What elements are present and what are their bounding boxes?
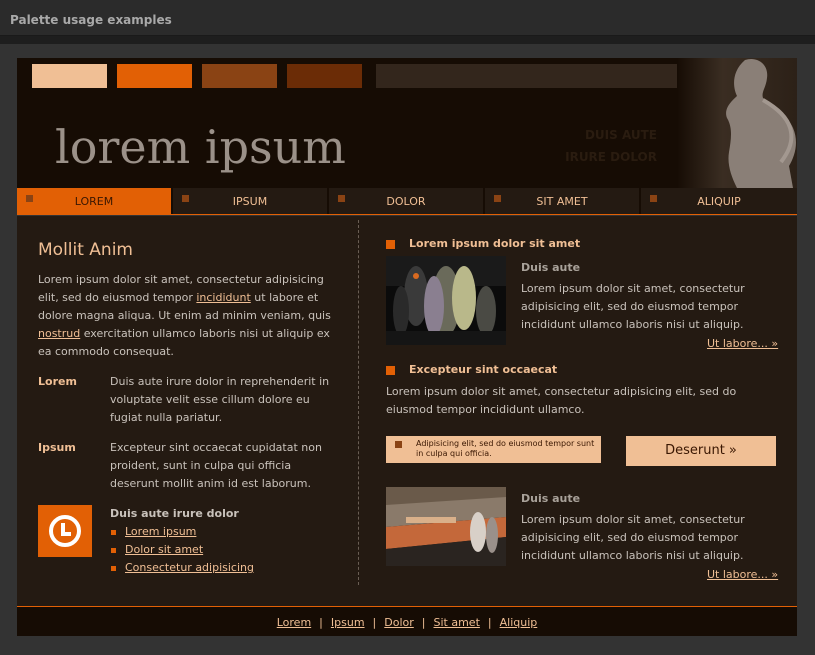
footer-link-sit-amet[interactable]: Sit amet (434, 616, 480, 629)
more-link-2[interactable]: Ut labore... » (707, 568, 778, 581)
block2-subtitle: Duis aute (521, 492, 581, 505)
clock-hand-minute (61, 532, 71, 536)
list-item: Consectetur adipisicing (110, 559, 254, 577)
footer-separator: | (319, 616, 323, 629)
deserunt-button[interactable]: Deserunt » (626, 436, 776, 466)
window-title: Palette usage examples (10, 13, 172, 27)
site-logo: lorem ipsum (55, 120, 346, 174)
site-footer: Lorem | Ipsum | Dolor | Sit amet | Aliquip (17, 606, 797, 636)
block2-text: Lorem ipsum dolor sit amet, consectetur … (521, 513, 745, 562)
definition-ipsum: Excepteur sint occaecat cupidatat non pr… (110, 441, 322, 490)
incididunt-link[interactable]: incididunt (196, 291, 250, 304)
section1-title: Lorem ipsum dolor sit amet (409, 237, 581, 250)
square-bullet-icon (386, 366, 395, 375)
nav-bullet (338, 195, 345, 202)
footer-separator: | (372, 616, 377, 629)
nav-item-dolor[interactable]: DOLOR (329, 188, 485, 214)
square-bullet-icon (386, 240, 395, 249)
woman-silhouette-image (677, 58, 797, 188)
list-title: Duis aute irure dolor (110, 507, 239, 520)
footer-separator: | (487, 616, 492, 629)
bullet-icon (111, 530, 116, 535)
subway-photo (386, 487, 506, 566)
color-swatch-brown (202, 64, 277, 88)
nav-item-lorem[interactable]: LOREM (17, 188, 173, 214)
note-text: Adipisicing elit, sed do eiusmod tempor … (416, 439, 595, 458)
main-nav: LOREM IPSUM DOLOR SIT AMET ALIQUIP (17, 188, 797, 215)
list-item: Lorem ipsum (110, 523, 254, 541)
section2-heading: Excepteur sint occaecat (386, 363, 686, 377)
nostrud-link[interactable]: nostrud (38, 327, 80, 340)
block2: Duis aute Lorem ipsum dolor sit amet, co… (521, 490, 776, 565)
crowd-photo (386, 256, 506, 345)
block1-text: Lorem ipsum dolor sit amet, consectetur … (521, 282, 745, 331)
nav-item-ipsum[interactable]: IPSUM (173, 188, 329, 214)
definition-lorem: Duis aute irure dolor in reprehenderit i… (110, 375, 330, 424)
block1-subtitle: Duis aute (521, 261, 581, 274)
nav-item-label: SIT AMET (536, 195, 588, 208)
bullet-icon (111, 548, 116, 553)
nav-item-sit-amet[interactable]: SIT AMET (485, 188, 641, 214)
note-bullet-icon (395, 441, 402, 448)
nav-bullet (650, 195, 657, 202)
footer-link-ipsum[interactable]: Ipsum (331, 616, 365, 629)
color-swatch-orange (117, 64, 192, 88)
footer-link-aliquip[interactable]: Aliquip (500, 616, 538, 629)
footer-link-dolor[interactable]: Dolor (384, 616, 414, 629)
nav-item-aliquip[interactable]: ALIQUIP (641, 188, 797, 214)
clock-icon (38, 505, 92, 557)
term-ipsum: Ipsum (38, 441, 76, 454)
footer-separator: | (421, 616, 426, 629)
nav-item-label: IPSUM (232, 195, 268, 208)
list-link-dolor-sit-amet[interactable]: Dolor sit amet (125, 543, 203, 556)
color-swatch-light (32, 64, 107, 88)
list-link-consectetur[interactable]: Consectetur adipisicing (125, 561, 254, 574)
section2-title: Excepteur sint occaecat (409, 363, 558, 376)
footer-link-lorem[interactable]: Lorem (277, 616, 311, 629)
nav-item-label: ALIQUIP (697, 195, 741, 208)
window-titlebar: Palette usage examples (0, 0, 815, 36)
intro-paragraph: Lorem ipsum dolor sit amet, consectetur … (38, 271, 338, 361)
section2-text: Lorem ipsum dolor sit amet, consectetur … (386, 385, 737, 416)
nav-bullet (182, 195, 189, 202)
link-list: Lorem ipsum Dolor sit amet Consectetur a… (110, 523, 254, 577)
nav-item-label: LOREM (74, 195, 114, 208)
more-link-1[interactable]: Ut labore... » (707, 337, 778, 350)
clock-ring (49, 515, 81, 547)
left-heading: Mollit Anim (38, 240, 133, 260)
list-item: Dolor sit amet (110, 541, 254, 559)
nav-bullet (26, 195, 33, 202)
slogan-line-2: IRURE DOLOR (565, 150, 657, 164)
list-link-lorem-ipsum[interactable]: Lorem ipsum (125, 525, 196, 538)
header-slogan: DUIS AUTE IRURE DOLOR (557, 124, 657, 168)
slogan-line-1: DUIS AUTE (584, 128, 657, 142)
color-swatch-dark-brown (287, 64, 362, 88)
intro-text-c: exercitation ullamco laboris nisi ut ali… (38, 327, 330, 358)
term-lorem: Lorem (38, 375, 77, 388)
block1: Duis aute Lorem ipsum dolor sit amet, co… (521, 259, 776, 334)
nav-item-label: DOLOR (386, 195, 426, 208)
nav-bullet (494, 195, 501, 202)
bullet-icon (111, 566, 116, 571)
section1-heading: Lorem ipsum dolor sit amet (386, 237, 686, 251)
info-note: Adipisicing elit, sed do eiusmod tempor … (386, 436, 601, 463)
column-divider (358, 220, 359, 585)
site-header: lorem ipsum DUIS AUTE IRURE DOLOR (17, 58, 797, 188)
